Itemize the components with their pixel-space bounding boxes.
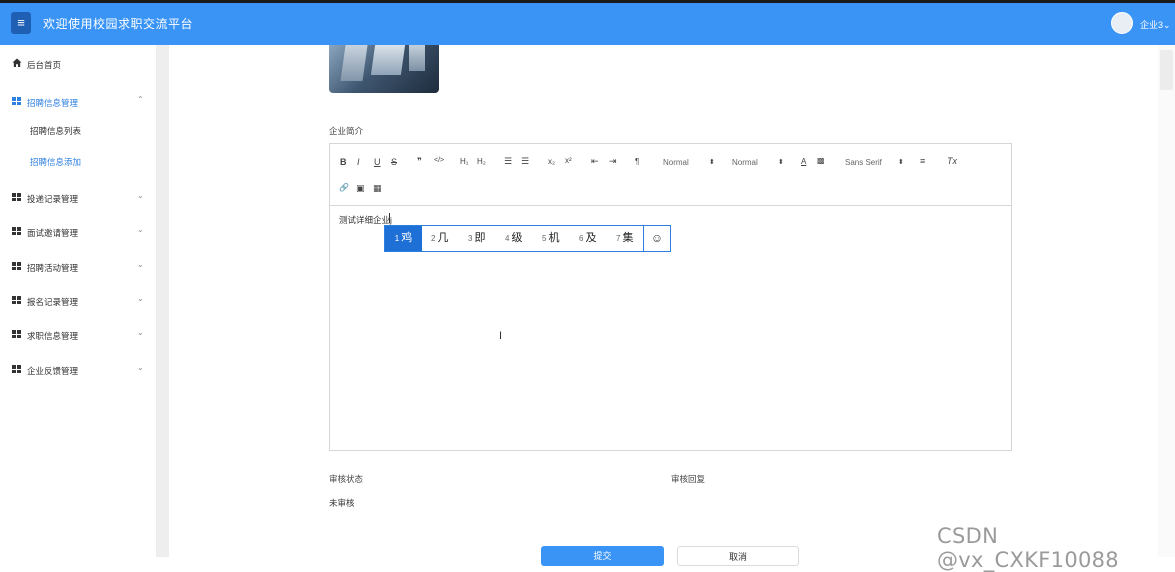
text-cursor-icon: I [499, 330, 503, 342]
subscript-button[interactable]: x₂ [548, 157, 555, 166]
chevron-down-icon: ⌄ [137, 363, 144, 372]
ime-candidate[interactable]: 2几 [431, 226, 461, 251]
size-select-value: Normal [663, 158, 689, 167]
font-select-value: Sans Serif [845, 158, 882, 167]
select-arrow-icon: ⬍ [778, 159, 784, 166]
scrollbar-track[interactable] [1158, 45, 1175, 557]
ordered-list-button[interactable]: ☰ [504, 156, 512, 167]
text-caret [389, 213, 390, 223]
grid-icon [12, 97, 21, 105]
sidebar-item-label: 投递记录管理 [27, 194, 79, 204]
sidebar-item-label: 招聘信息管理 [27, 98, 79, 108]
chevron-down-icon: ⌄ [137, 191, 144, 200]
chevron-down-icon: ⌄ [137, 328, 144, 337]
code-block-button[interactable]: </> [434, 157, 444, 164]
text-direction-button[interactable]: ¶ [635, 157, 639, 166]
header-select[interactable]: Normal ⬍ [732, 158, 787, 170]
align-button[interactable]: ≡ [920, 156, 925, 166]
sidebar-item-label: 企业反馈管理 [27, 366, 79, 376]
sidebar-item-feedback[interactable]: 企业反馈管理 ⌄ [0, 353, 157, 383]
sidebar-subitem-recruit-add[interactable]: 招聘信息添加 [30, 156, 81, 168]
select-arrow-icon: ⬍ [898, 159, 904, 166]
user-menu[interactable]: 企业3⌄ [1140, 18, 1171, 31]
outdent-button[interactable]: ⇤ [591, 156, 599, 167]
sidebar-item-label: 报名记录管理 [27, 297, 79, 307]
bold-button[interactable]: B [340, 157, 347, 167]
header1-button[interactable]: H₁ [460, 157, 468, 166]
size-select[interactable]: Normal ⬍ [663, 158, 718, 170]
chevron-down-icon: ⌄ [137, 260, 144, 269]
submit-button[interactable]: 提交 [541, 546, 664, 566]
app-title: 欢迎使用校园求职交流平台 [43, 17, 194, 31]
ime-candidate[interactable]: 1鸡 [385, 226, 422, 251]
grid-icon [12, 365, 21, 373]
sidebar-item-signup[interactable]: 报名记录管理 ⌄ [0, 284, 157, 314]
home-icon [12, 58, 22, 68]
background-color-button[interactable]: ▩ [817, 156, 825, 165]
superscript-button[interactable]: x² [565, 156, 572, 165]
font-color-button[interactable]: A [801, 157, 806, 166]
user-avatar[interactable] [1111, 12, 1133, 34]
chevron-down-icon: ⌄ [1163, 20, 1171, 30]
strike-button[interactable]: S [391, 157, 397, 167]
sidebar-item-label: 求职信息管理 [27, 331, 79, 341]
grid-icon [12, 296, 21, 304]
grid-icon [12, 227, 21, 235]
uploaded-image-thumbnail[interactable] [329, 45, 439, 93]
chevron-down-icon: ⌄ [137, 294, 144, 303]
hamburger-icon: ≡ [17, 15, 25, 30]
emoji-icon[interactable]: ☺ [644, 226, 670, 251]
scrollbar-thumb[interactable] [1160, 50, 1173, 90]
rich-text-editor[interactable]: B I U S ❞ </> H₁ H₂ ☰ ☰ x₂ x² ⇤ ⇥ ¶ Norm… [329, 143, 1012, 451]
sidebar-item-delivery[interactable]: 投递记录管理 ⌄ [0, 181, 157, 211]
sidebar-item-label: 后台首页 [27, 60, 62, 70]
intro-label: 企业简介 [329, 126, 364, 136]
sidebar-item-jobseek[interactable]: 求职信息管理 ⌄ [0, 318, 157, 348]
menu-toggle-button[interactable]: ≡ [11, 12, 31, 34]
chevron-down-icon: ⌄ [137, 225, 144, 234]
grid-icon [12, 330, 21, 338]
sidebar-item-label: 面试邀请管理 [27, 228, 79, 238]
image-button[interactable]: ▣ [356, 183, 365, 194]
clean-format-button[interactable]: Tx [947, 156, 957, 166]
watermark: CSDN @vx_CXKF10088 [937, 524, 1119, 572]
chevron-up-icon: ⌃ [137, 95, 144, 104]
bullet-list-button[interactable]: ☰ [521, 156, 529, 167]
indent-button[interactable]: ⇥ [609, 156, 617, 167]
audit-status-label: 审核状态 [329, 474, 364, 484]
header-select-value: Normal [732, 158, 758, 167]
editor-toolbar: B I U S ❞ </> H₁ H₂ ☰ ☰ x₂ x² ⇤ ⇥ ¶ Norm… [330, 144, 1011, 206]
ime-candidate[interactable]: 3即 [468, 226, 498, 251]
ime-candidate[interactable]: 6及 [579, 226, 609, 251]
grid-icon [12, 193, 21, 201]
ime-candidate[interactable]: 5机 [542, 226, 572, 251]
sidebar-subitem-recruit-list[interactable]: 招聘信息列表 [30, 125, 81, 137]
link-button[interactable]: 🔗 [339, 183, 349, 192]
sidebar-item-label: 招聘活动管理 [27, 263, 79, 273]
top-bar: ≡ 欢迎使用校园求职交流平台 企业3⌄ [0, 0, 1175, 45]
ime-candidate[interactable]: 7集 [616, 226, 642, 251]
audit-reply-label: 审核回复 [671, 474, 706, 484]
ime-candidate-popup: 1鸡 2几 3即 4级 5机 6及 7集 ☺ [384, 225, 671, 252]
cancel-button[interactable]: 取消 [677, 546, 799, 566]
sidebar-item-home[interactable]: 后台首页 [0, 50, 157, 80]
sidebar-item-interview[interactable]: 面试邀请管理 ⌄ [0, 215, 157, 245]
sidebar-divider [157, 45, 169, 557]
select-arrow-icon: ⬍ [709, 159, 715, 166]
sidebar-item-recruit-info[interactable]: 招聘信息管理 ⌃ [0, 85, 157, 115]
sidebar-item-activity[interactable]: 招聘活动管理 ⌄ [0, 250, 157, 280]
italic-button[interactable]: I [357, 157, 360, 167]
grid-icon [12, 262, 21, 270]
blockquote-button[interactable]: ❞ [417, 156, 422, 167]
audit-status-value: 未审核 [329, 498, 355, 508]
ime-candidate[interactable]: 4级 [505, 226, 535, 251]
header2-button[interactable]: H₂ [477, 157, 486, 166]
underline-button[interactable]: U [374, 157, 381, 167]
video-button[interactable]: ▦ [373, 183, 382, 194]
user-name: 企业3 [1140, 20, 1164, 30]
font-select[interactable]: Sans Serif ⬍ [845, 158, 907, 170]
